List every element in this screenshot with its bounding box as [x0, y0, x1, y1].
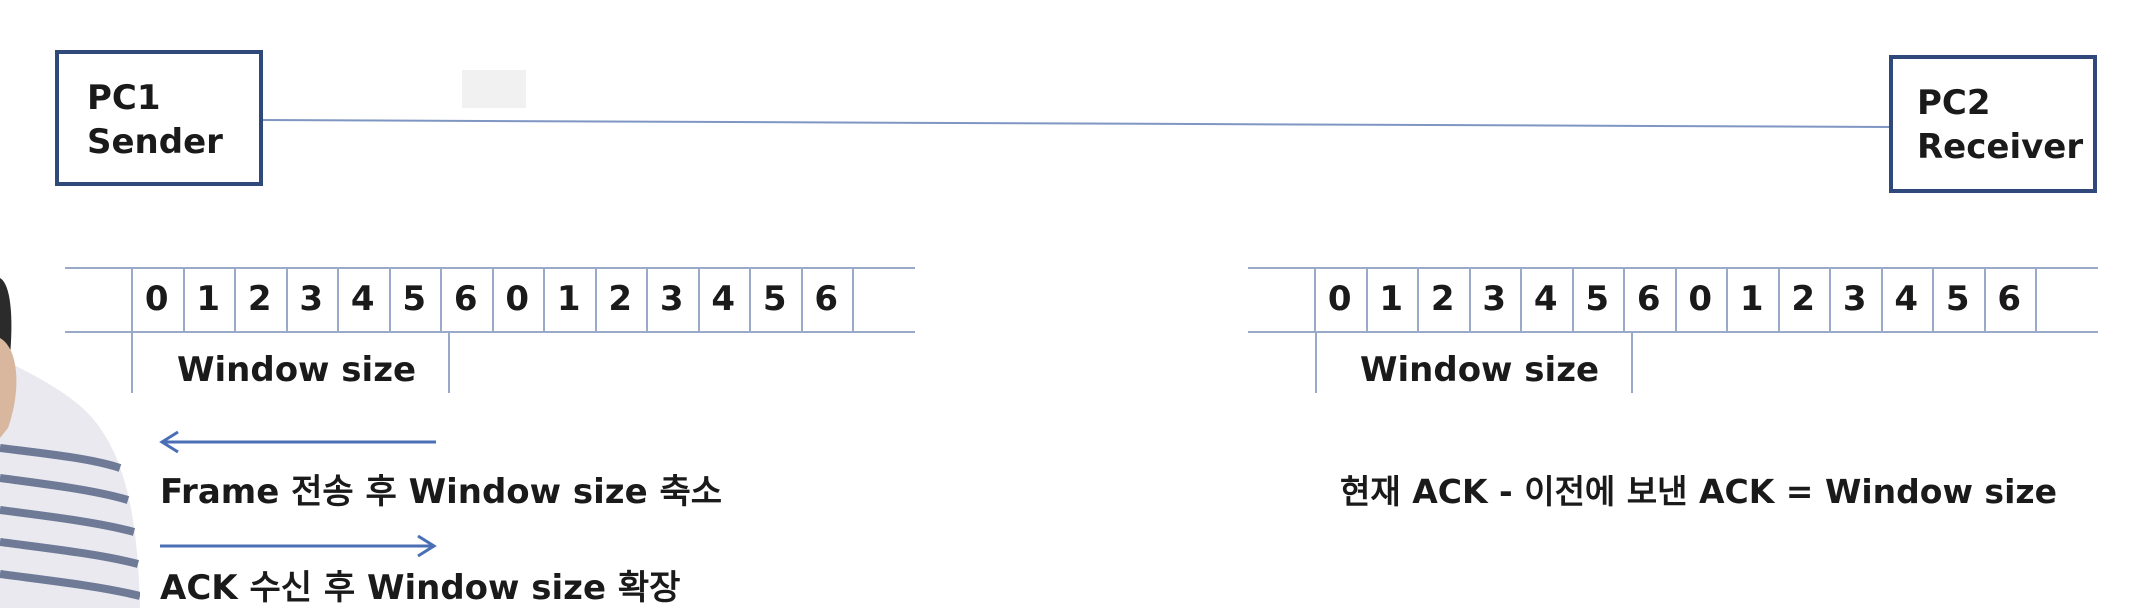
- sender-sequence-cell: 1: [196, 279, 221, 319]
- sender-sequence-cell: 6: [814, 279, 839, 319]
- sender-strip-bottom-line: [65, 331, 915, 333]
- receiver-sequence-cell: 2: [1430, 279, 1455, 319]
- presenter-image: [0, 278, 140, 608]
- arrow-left-icon: [159, 430, 436, 454]
- receiver-formula-caption: 현재 ACK - 이전에 보낸 ACK = Window size: [1340, 472, 2057, 511]
- receiver-window-size-label: Window size: [1360, 350, 1600, 390]
- sender-sequence-cell: 1: [556, 279, 581, 319]
- receiver-sequence-cell: 4: [1894, 279, 1919, 319]
- sender-sequence-cell: 2: [247, 279, 272, 319]
- sender-cell-divider: [852, 267, 854, 331]
- receiver-sequence-cell: 3: [1842, 279, 1867, 319]
- sliding-window-diagram: PC1 Sender PC2 Receiver 01234560123456 W…: [0, 0, 2142, 608]
- expand-caption: ACK 수신 후 Window size 확장: [160, 568, 681, 608]
- sender-sequence-cell: 6: [453, 279, 478, 319]
- sender-sequence-cell: 2: [608, 279, 633, 319]
- receiver-window-left-edge: [1315, 331, 1317, 393]
- receiver-sequence-cell: 1: [1739, 279, 1764, 319]
- sender-window-size-label: Window size: [177, 350, 417, 390]
- receiver-sequence-cell: 0: [1327, 279, 1352, 319]
- receiver-sequence-cell: 5: [1585, 279, 1610, 319]
- pc1-sender-box: PC1 Sender: [55, 50, 263, 186]
- receiver-sequence-cell: 1: [1379, 279, 1404, 319]
- receiver-sequence-cell: 4: [1533, 279, 1558, 319]
- receiver-window-right-edge: [1631, 331, 1633, 393]
- receiver-cell-divider: [2035, 267, 2037, 331]
- sender-sequence-strip: 01234560123456 Window size: [65, 267, 915, 397]
- sender-sequence-cell: 4: [350, 279, 375, 319]
- sender-window-right-edge: [448, 331, 450, 393]
- receiver-sequence-cell: 5: [1945, 279, 1970, 319]
- pc2-receiver-box: PC2 Receiver: [1889, 55, 2097, 193]
- sender-sequence-cell: 3: [299, 279, 324, 319]
- sender-sequence-cell: 5: [402, 279, 427, 319]
- receiver-strip-bottom-line: [1248, 331, 2098, 333]
- pc1-role: Sender: [87, 122, 223, 162]
- pc2-title: PC2: [1917, 83, 1991, 123]
- shrink-caption: Frame 전송 후 Window size 축소: [160, 472, 723, 512]
- arrow-right-icon: [160, 534, 437, 558]
- pc1-title: PC1: [87, 78, 161, 118]
- receiver-sequence-cell: 6: [1997, 279, 2022, 319]
- sender-sequence-cell: 3: [659, 279, 684, 319]
- pc2-role: Receiver: [1917, 127, 2084, 167]
- receiver-sequence-cell: 3: [1482, 279, 1507, 319]
- receiver-sequence-strip: 01234560123456 Window size: [1248, 267, 2098, 397]
- receiver-sequence-cell: 0: [1688, 279, 1713, 319]
- sender-sequence-cell: 5: [762, 279, 787, 319]
- receiver-sequence-cell: 2: [1791, 279, 1816, 319]
- sender-sequence-cell: 4: [711, 279, 736, 319]
- sender-sequence-cell: 0: [505, 279, 530, 319]
- receiver-sequence-cell: 6: [1636, 279, 1661, 319]
